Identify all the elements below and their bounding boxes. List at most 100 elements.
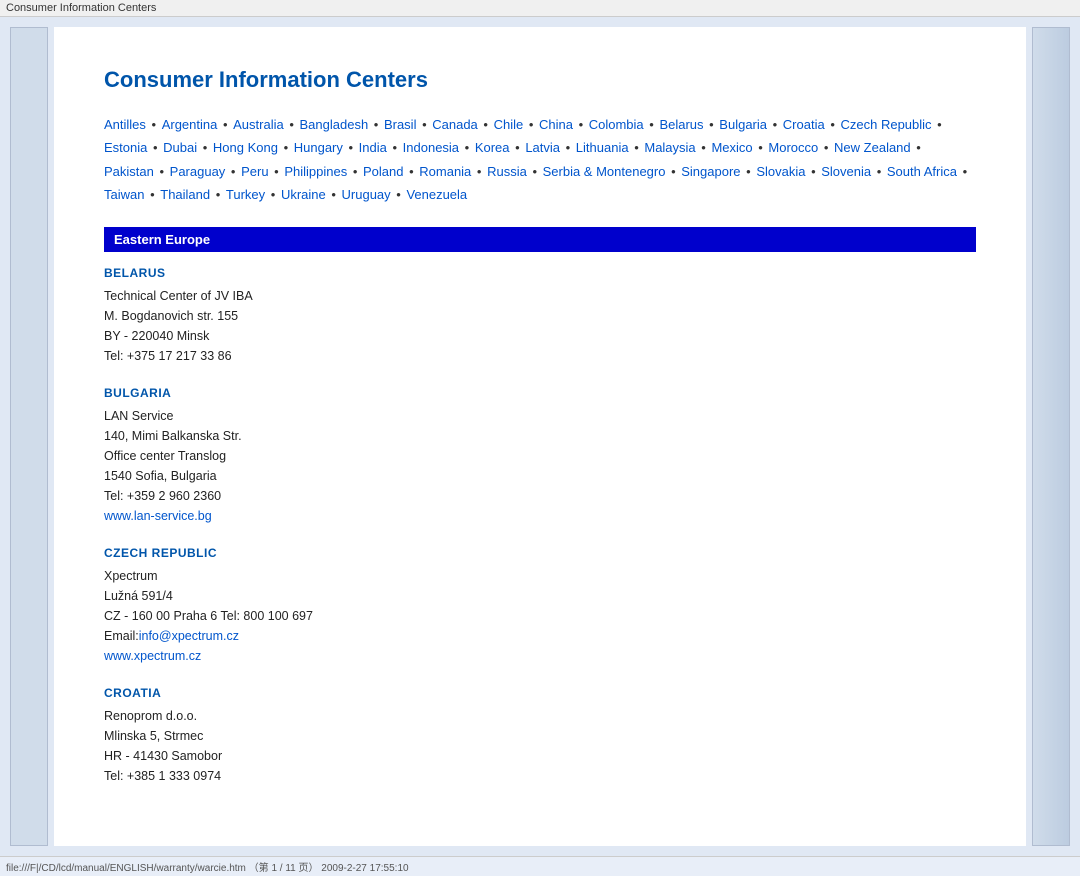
country-detail-line: Tel: +385 1 333 0974 <box>104 766 976 786</box>
browser-chrome: Consumer Information Centers Antilles • … <box>0 17 1080 856</box>
country-detail-line: Tel: +375 17 217 33 86 <box>104 346 976 366</box>
country-link[interactable]: Bangladesh <box>300 117 369 132</box>
country-link[interactable]: South Africa <box>887 164 957 179</box>
link-separator: • <box>405 164 417 179</box>
country-link[interactable]: Ukraine <box>281 187 326 202</box>
country-detail-line: Tel: +359 2 960 2360 <box>104 486 976 506</box>
link-separator: • <box>345 140 357 155</box>
link-separator: • <box>934 117 942 132</box>
link-separator: • <box>827 117 839 132</box>
country-link[interactable]: Venezuela <box>406 187 467 202</box>
country-link[interactable]: Chile <box>494 117 524 132</box>
country-link[interactable]: Serbia & Montenegro <box>543 164 666 179</box>
link-separator: • <box>267 187 279 202</box>
link-separator: • <box>156 164 168 179</box>
country-detail-line: 140, Mimi Balkanska Str. <box>104 426 976 446</box>
country-link[interactable]: Korea <box>475 140 510 155</box>
country-link[interactable]: Singapore <box>681 164 740 179</box>
country-link[interactable]: Poland <box>363 164 403 179</box>
link-separator: • <box>667 164 679 179</box>
link-separator: • <box>755 140 767 155</box>
link-separator: • <box>393 187 405 202</box>
country-email-link[interactable]: info@xpectrum.cz <box>139 629 239 643</box>
status-bar-text: file:///F|/CD/lcd/manual/ENGLISH/warrant… <box>6 863 409 874</box>
link-separator: • <box>148 117 160 132</box>
link-separator: • <box>280 140 292 155</box>
country-link[interactable]: Romania <box>419 164 471 179</box>
country-link[interactable]: Mexico <box>711 140 752 155</box>
links-section: Antilles • Argentina • Australia • Bangl… <box>104 113 976 207</box>
country-link[interactable]: Argentina <box>162 117 218 132</box>
link-separator: • <box>370 117 382 132</box>
country-detail-line: Lužná 591/4 <box>104 586 976 606</box>
country-website-link[interactable]: www.lan-service.bg <box>104 509 212 523</box>
country-link[interactable]: New Zealand <box>834 140 911 155</box>
country-link[interactable]: Slovenia <box>821 164 871 179</box>
country-link[interactable]: Australia <box>233 117 284 132</box>
country-link[interactable]: Brasil <box>384 117 417 132</box>
link-separator: • <box>149 140 161 155</box>
country-details: Renoprom d.o.o.Mlinska 5, StrmecHR - 414… <box>104 706 976 786</box>
country-section: BULGARIALAN Service140, Mimi Balkanska S… <box>104 386 976 526</box>
country-link[interactable]: Colombia <box>589 117 644 132</box>
link-separator: • <box>807 164 819 179</box>
country-link[interactable]: Latvia <box>525 140 560 155</box>
main-content: Consumer Information Centers Antilles • … <box>54 27 1026 846</box>
country-link[interactable]: Morocco <box>768 140 818 155</box>
country-link[interactable]: Hungary <box>294 140 343 155</box>
country-link[interactable]: Philippines <box>284 164 347 179</box>
link-separator: • <box>146 187 158 202</box>
link-separator: • <box>743 164 755 179</box>
country-name: BELARUS <box>104 266 976 280</box>
link-separator: • <box>698 140 710 155</box>
link-separator: • <box>529 164 541 179</box>
link-separator: • <box>227 164 239 179</box>
country-link[interactable]: Dubai <box>163 140 197 155</box>
country-link[interactable]: Pakistan <box>104 164 154 179</box>
country-link[interactable]: Russia <box>487 164 527 179</box>
link-separator: • <box>271 164 283 179</box>
country-detail-line: www.xpectrum.cz <box>104 646 976 666</box>
country-link[interactable]: Estonia <box>104 140 147 155</box>
link-separator: • <box>913 140 921 155</box>
country-link[interactable]: Hong Kong <box>213 140 278 155</box>
country-link[interactable]: Slovakia <box>756 164 805 179</box>
country-detail-line: Technical Center of JV IBA <box>104 286 976 306</box>
link-separator: • <box>480 117 492 132</box>
country-section: BELARUSTechnical Center of JV IBAM. Bogd… <box>104 266 976 366</box>
link-separator: • <box>219 117 231 132</box>
link-separator: • <box>512 140 524 155</box>
country-link[interactable]: India <box>359 140 387 155</box>
page-title: Consumer Information Centers <box>104 67 976 93</box>
country-link[interactable]: Peru <box>241 164 268 179</box>
country-detail-line: Office center Translog <box>104 446 976 466</box>
countries-container: BELARUSTechnical Center of JV IBAM. Bogd… <box>104 266 976 786</box>
country-link[interactable]: Taiwan <box>104 187 144 202</box>
link-separator: • <box>959 164 967 179</box>
country-link[interactable]: Belarus <box>659 117 703 132</box>
country-detail-line: Renoprom d.o.o. <box>104 706 976 726</box>
country-link[interactable]: Canada <box>432 117 478 132</box>
link-separator: • <box>461 140 473 155</box>
country-link[interactable]: Turkey <box>226 187 265 202</box>
link-separator: • <box>349 164 361 179</box>
country-link[interactable]: Indonesia <box>403 140 459 155</box>
country-link[interactable]: Uruguay <box>342 187 391 202</box>
country-link[interactable]: Malaysia <box>644 140 695 155</box>
country-website-link[interactable]: www.xpectrum.cz <box>104 649 201 663</box>
country-link[interactable]: Bulgaria <box>719 117 767 132</box>
country-link[interactable]: Antilles <box>104 117 146 132</box>
country-detail-line: HR - 41430 Samobor <box>104 746 976 766</box>
country-detail-line: 1540 Sofia, Bulgaria <box>104 466 976 486</box>
left-sidebar <box>10 27 48 846</box>
country-details: XpectrumLužná 591/4CZ - 160 00 Praha 6 T… <box>104 566 976 666</box>
country-link[interactable]: Croatia <box>783 117 825 132</box>
country-link[interactable]: China <box>539 117 573 132</box>
country-link[interactable]: Thailand <box>160 187 210 202</box>
section-header: Eastern Europe <box>104 227 976 252</box>
country-link[interactable]: Paraguay <box>170 164 226 179</box>
country-link[interactable]: Czech Republic <box>840 117 931 132</box>
country-link[interactable]: Lithuania <box>576 140 629 155</box>
link-separator: • <box>575 117 587 132</box>
link-separator: • <box>212 187 224 202</box>
